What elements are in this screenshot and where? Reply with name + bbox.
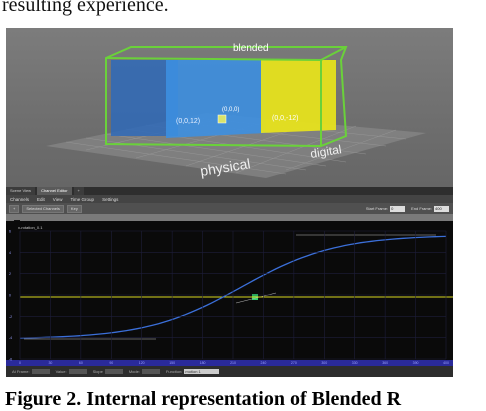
y-tick-label: 0 xyxy=(9,294,11,298)
key-button[interactable]: Key xyxy=(66,204,82,213)
mode-label: Mode: xyxy=(128,369,140,374)
y-tick-label: 2 xyxy=(9,272,11,276)
editor-menu-bar: Channels Edit View Time Group Settings xyxy=(6,195,453,203)
function-input[interactable]: motion 1 xyxy=(184,369,220,374)
x-tick-label: 180 xyxy=(200,361,206,365)
value-label: Value: xyxy=(55,369,67,374)
x-tick-label: 210 xyxy=(230,361,236,365)
physical-volume xyxy=(166,60,266,138)
curve-graph-drawing: -6-4-20246400390360330300270240210180150… xyxy=(6,225,453,366)
label-blended: blended xyxy=(233,43,269,54)
x-tick-label: 270 xyxy=(291,361,297,365)
add-channel-button[interactable]: + xyxy=(9,204,20,213)
x-tick-label: 390 xyxy=(413,361,419,365)
scene-viewport[interactable]: blended (0,0,12) (0,0,0) (0,0,-12) physi… xyxy=(6,28,453,187)
x-tick-label: 0 xyxy=(19,361,21,365)
scene-drawing: blended (0,0,12) (0,0,0) (0,0,-12) physi… xyxy=(46,43,426,179)
origin-marker[interactable] xyxy=(217,114,227,124)
x-tick-label: 240 xyxy=(261,361,267,365)
preceding-text-fragment: resulting experience. xyxy=(2,0,169,16)
editor-toolbar: + Selected Channels Key Start Frame: 0 E… xyxy=(6,203,453,214)
y-tick-label: -2 xyxy=(9,315,12,319)
function-label: Function: xyxy=(165,369,183,374)
menu-time-group[interactable]: Time Group xyxy=(66,197,98,202)
menu-view[interactable]: View xyxy=(49,197,67,202)
end-frame-input[interactable]: 400 xyxy=(434,205,449,212)
channel-name: x-rotation_0.1 xyxy=(18,225,43,230)
add-tab-button[interactable]: + xyxy=(73,187,84,195)
slope-label: Slope xyxy=(92,369,103,374)
y-tick-label: 6 xyxy=(9,230,11,234)
y-tick-label: -6 xyxy=(9,358,12,362)
at-frame-input[interactable] xyxy=(31,369,50,374)
start-frame-label: Start Frame: xyxy=(365,206,389,211)
x-tick-label: 300 xyxy=(321,361,327,365)
digital-volume xyxy=(261,60,336,133)
application-screenshot: blended (0,0,12) (0,0,0) (0,0,-12) physi… xyxy=(6,28,453,377)
start-frame-input[interactable]: 0 xyxy=(390,205,406,212)
channels-dropdown[interactable]: Selected Channels xyxy=(22,204,64,213)
x-tick-label: 400 xyxy=(443,361,449,365)
end-frame-label: End Frame: xyxy=(411,206,432,211)
x-tick-label: 330 xyxy=(352,361,358,365)
time-ruler[interactable] xyxy=(6,214,453,227)
slope-input[interactable] xyxy=(104,369,123,374)
tab-scene-view[interactable]: Scene View xyxy=(6,187,36,195)
x-tick-label: 60 xyxy=(79,361,83,365)
x-tick-label: 360 xyxy=(382,361,388,365)
editor-status-bar: At Frame: Value: Slope Mode: Function: m… xyxy=(6,366,453,377)
editor-tab-bar: Scene View Channel Editor + xyxy=(6,187,453,195)
menu-settings[interactable]: Settings xyxy=(98,197,122,202)
at-frame-label: At Frame: xyxy=(12,369,30,374)
figure-caption: Figure 2. Internal representation of Ble… xyxy=(5,388,402,410)
y-tick-label: 4 xyxy=(9,251,11,255)
channel-editor-panel: Scene View Channel Editor + Channels Edi… xyxy=(6,187,453,377)
y-tick-label: -4 xyxy=(9,336,12,340)
coord-center: (0,0,0) xyxy=(222,107,239,113)
menu-channels[interactable]: Channels xyxy=(6,197,33,202)
coord-right: (0,0,-12) xyxy=(272,115,298,122)
x-tick-label: 150 xyxy=(169,361,175,365)
tab-channel-editor[interactable]: Channel Editor xyxy=(37,187,72,195)
curve-graph[interactable]: -6 -4 -2 0 2 4 6 400 390 360 330 300 270 240 210 180 150… xyxy=(6,221,453,366)
value-input[interactable] xyxy=(68,369,87,374)
menu-edit[interactable]: Edit xyxy=(33,197,49,202)
x-tick-label: 120 xyxy=(139,361,145,365)
x-tick-label: 30 xyxy=(48,361,52,365)
coord-left: (0,0,12) xyxy=(176,118,200,125)
mode-input[interactable] xyxy=(141,369,160,374)
x-tick-label: 90 xyxy=(109,361,113,365)
